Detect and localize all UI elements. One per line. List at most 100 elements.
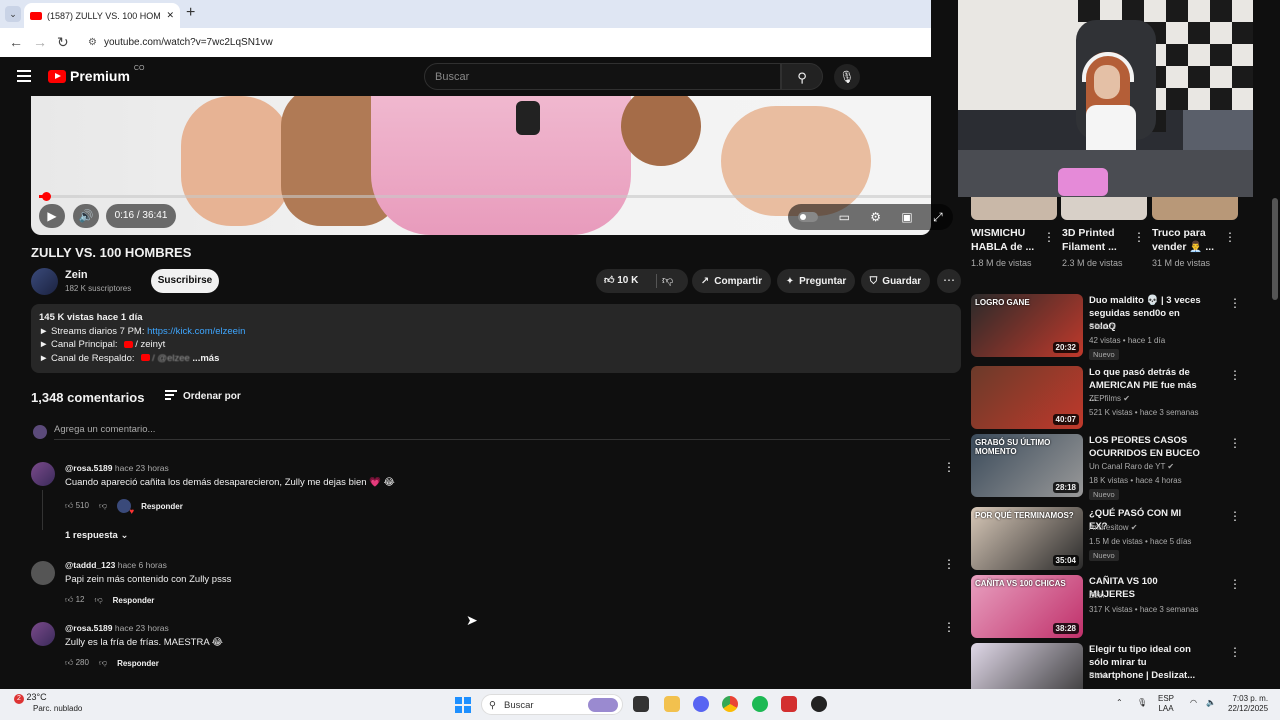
comment-author[interactable]: @rosa.5189 hace 23 horas <box>65 463 169 473</box>
windows-start-icon[interactable] <box>455 697 471 713</box>
back-icon[interactable]: ← <box>9 34 23 50</box>
recommended-video[interactable]: GRABÓ SU ÚLTIMO MOMENTO 28:18 LOS PEORES C… <box>971 434 1241 500</box>
channel-name[interactable]: SilerLol <box>1089 322 1116 331</box>
video-thumbnail[interactable]: POR QUÉ TERMINAMOS? 35:04 <box>971 507 1083 570</box>
spotify-icon[interactable] <box>752 696 768 712</box>
comment-avatar[interactable] <box>31 561 55 585</box>
search-input[interactable]: Buscar <box>424 63 781 90</box>
weather-widget[interactable]: 2 23°C Parc. nublado <box>14 692 82 714</box>
site-info-icon[interactable]: ⚙ <box>88 32 97 53</box>
app-icon[interactable] <box>781 696 797 712</box>
comment-dislike-button[interactable]: 👎︎ <box>95 595 103 605</box>
subtitles-icon[interactable]: ▭ <box>839 210 850 224</box>
video-menu-icon[interactable]: ⋮ <box>1229 296 1241 310</box>
short-title[interactable]: WISMICHU HABLA de ... <box>971 226 1034 254</box>
sort-button[interactable]: Ordenar por <box>165 390 241 402</box>
comment-dislike-button[interactable]: 👎︎ <box>99 658 107 668</box>
settings-gear-icon[interactable]: ⚙ <box>870 210 881 224</box>
replies-toggle[interactable]: 1 respuesta ⌄ <box>65 530 128 541</box>
comment-author[interactable]: @taddd_123 hace 6 horas <box>65 560 167 570</box>
autoplay-toggle[interactable] <box>798 212 819 222</box>
recommended-video[interactable]: 40:07 Lo que pasó detrás de AMERICAN PIE … <box>971 366 1241 429</box>
short-menu-icon[interactable]: ⋮ <box>1133 230 1145 244</box>
subscribe-button[interactable]: Suscribirse <box>151 269 219 293</box>
video-thumbnail[interactable]: CAÑITA VS 100 CHICAS 38:28 <box>971 575 1083 638</box>
speaker-icon[interactable]: 🔈 <box>1206 698 1216 708</box>
reply-button[interactable]: Responder <box>117 659 159 668</box>
clock[interactable]: 7:03 p. m. 22/12/2025 <box>1228 694 1268 714</box>
search-button[interactable]: ⚲ <box>781 63 823 90</box>
comment-author[interactable]: @rosa.5189 hace 23 horas <box>65 623 169 633</box>
video-menu-icon[interactable]: ⋮ <box>1229 645 1241 659</box>
file-explorer-icon[interactable] <box>664 696 680 712</box>
new-tab-icon[interactable]: + <box>186 4 195 22</box>
channel-name[interactable]: Zein <box>65 269 88 281</box>
comment-dislike-button[interactable]: 👎︎ <box>99 501 107 511</box>
video-menu-icon[interactable]: ⋮ <box>1229 577 1241 591</box>
short-title[interactable]: 3D Printed Filament ... <box>1062 226 1117 254</box>
sidebar-scrollbar[interactable] <box>1272 198 1278 300</box>
share-button[interactable]: ↗ Compartir <box>692 269 771 293</box>
comment-avatar[interactable] <box>31 462 55 486</box>
channel-name[interactable]: Un Canal Raro de YT ✔ <box>1089 462 1174 471</box>
recommended-video[interactable]: LOGRO GANE 20:32 Duo maldito 💀 | 3 veces s… <box>971 294 1241 360</box>
reply-button[interactable]: Responder <box>113 596 155 605</box>
reply-button[interactable]: Responder <box>141 502 183 511</box>
youtube-premium-logo[interactable]: Premium CO <box>48 65 144 84</box>
video-thumbnail[interactable]: LOGRO GANE 20:32 <box>971 294 1083 357</box>
channel-avatar[interactable] <box>31 268 58 295</box>
comment-avatar[interactable] <box>31 622 55 646</box>
comment-menu-icon[interactable]: ⋮ <box>943 557 955 571</box>
video-title[interactable]: CAÑITA VS 100 MUJERES <box>1089 575 1201 601</box>
backup-channel-link[interactable]: / @elzee <box>152 353 190 364</box>
browser-tab[interactable]: (1587) ZULLY VS. 100 HOMBRES ✕ <box>24 3 180 28</box>
add-comment-input[interactable]: Agrega un comentario... <box>54 424 155 435</box>
channel-name[interactable]: ZEPfilms ✔ <box>1089 394 1130 403</box>
video-menu-icon[interactable]: ⋮ <box>1229 368 1241 382</box>
taskbar-search[interactable]: ⚲ Buscar <box>481 694 623 715</box>
video-menu-icon[interactable]: ⋮ <box>1229 509 1241 523</box>
obs-icon[interactable] <box>811 696 827 712</box>
comment-like-button[interactable]: 👍︎ 280 <box>65 658 89 668</box>
reload-icon[interactable]: ↻ <box>57 34 69 51</box>
language-indicator[interactable]: ESP LAA <box>1158 694 1174 714</box>
channel-name[interactable]: Zein <box>1089 591 1105 600</box>
play-button[interactable]: ▶ <box>39 204 65 228</box>
video-progress-bar[interactable] <box>39 192 931 201</box>
recommended-video[interactable]: CAÑITA VS 100 CHICAS 38:28 CAÑITA VS 100 M… <box>971 575 1241 638</box>
comment-menu-icon[interactable]: ⋮ <box>943 620 955 634</box>
close-tab-icon[interactable]: ✕ <box>166 10 174 21</box>
discord-icon[interactable] <box>693 696 709 712</box>
video-thumbnail[interactable]: 40:07 <box>971 366 1083 429</box>
save-button[interactable]: ⛉ Guardar <box>861 269 930 293</box>
kick-link[interactable]: https://kick.com/elzeein <box>147 326 245 337</box>
voice-search-icon[interactable]: 🎙 <box>834 64 860 90</box>
short-thumbnail[interactable] <box>1152 196 1238 220</box>
fullscreen-icon[interactable]: ⤢ <box>933 210 943 225</box>
task-view-icon[interactable] <box>633 696 649 712</box>
dislike-button[interactable]: 👎︎ <box>662 269 673 293</box>
main-channel-link[interactable]: / zeinyt <box>135 339 165 350</box>
tab-list-button[interactable]: ⌄ <box>5 6 21 22</box>
channel-name[interactable]: Andresitow ✔ <box>1089 523 1138 532</box>
wifi-icon[interactable]: ◠ <box>1190 698 1197 708</box>
channel-name[interactable]: Pixid <box>1089 671 1106 680</box>
short-thumbnail[interactable] <box>1061 196 1147 220</box>
short-menu-icon[interactable]: ⋮ <box>1043 230 1055 244</box>
chrome-icon[interactable] <box>722 696 738 712</box>
video-menu-icon[interactable]: ⋮ <box>1229 436 1241 450</box>
menu-icon[interactable] <box>17 70 31 85</box>
miniplayer-icon[interactable]: ▣ <box>901 210 912 224</box>
microphone-icon[interactable]: 🎙 <box>1137 698 1147 708</box>
volume-icon[interactable]: 🔊 <box>73 204 99 228</box>
tray-chevron-icon[interactable]: ⌃ <box>1116 698 1123 708</box>
forward-icon[interactable]: → <box>33 34 47 50</box>
short-title[interactable]: Truco para vender 👨‍💼 ... <box>1152 226 1214 254</box>
video-title[interactable]: LOS PEORES CASOS OCURRIDOS EN BUCEO <box>1089 434 1201 460</box>
description-box[interactable]: 145 K vistas hace 1 día ► Streams diario… <box>31 304 961 373</box>
show-more-link[interactable]: ...más <box>192 353 219 364</box>
short-menu-icon[interactable]: ⋮ <box>1224 230 1236 244</box>
ask-button[interactable]: ✦ Preguntar <box>777 269 855 293</box>
comment-menu-icon[interactable]: ⋮ <box>943 460 955 474</box>
short-thumbnail[interactable] <box>971 196 1057 220</box>
